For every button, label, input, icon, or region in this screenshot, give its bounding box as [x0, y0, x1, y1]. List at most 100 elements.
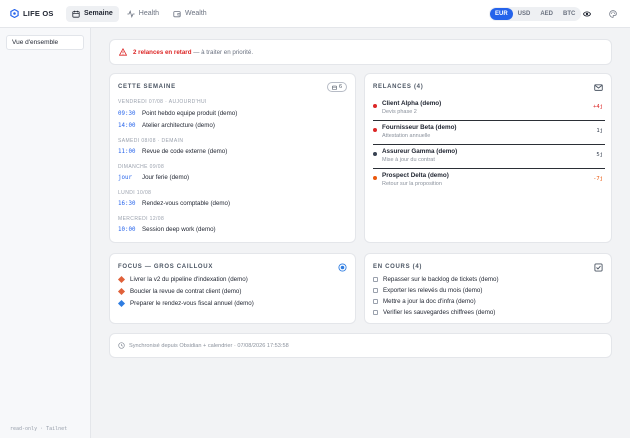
- focus-item[interactable]: Boucler la revue de contrat client (demo…: [117, 287, 241, 296]
- focus-item[interactable]: Preparer le rendez-vous fiscal annuel (d…: [117, 299, 254, 308]
- target-icon[interactable]: [338, 263, 347, 272]
- relance-subject: Devis phase 2: [382, 109, 417, 115]
- palette-icon: [609, 10, 617, 18]
- task-label: Repasser sur le backlog de tickets (demo…: [383, 276, 499, 283]
- event-time: 10:00: [118, 226, 136, 233]
- task-checkbox[interactable]: [373, 288, 378, 293]
- status-dot: [373, 104, 377, 108]
- tab-label: Health: [138, 10, 160, 17]
- relances-title: Relances (4): [373, 84, 424, 90]
- tab-semaine[interactable]: Semaine: [66, 5, 119, 22]
- in-progress-title: En cours (4): [373, 264, 423, 270]
- day-label: Mercredi 12/08: [118, 216, 165, 222]
- relance-subject: Retour sur la proposition: [382, 181, 442, 187]
- sidebar-item-overview[interactable]: Vue d'ensemble: [6, 35, 84, 50]
- event-title: Session deep work (demo): [142, 226, 216, 233]
- alert-message: 2 relances en retard — à traiter en prio…: [133, 49, 253, 56]
- focus-label: Preparer le rendez-vous fiscal annuel (d…: [130, 300, 254, 307]
- alert-highlight[interactable]: 2 relances en retard: [133, 49, 191, 56]
- event-row[interactable]: 11:00 Revue de code externe (demo): [118, 148, 227, 155]
- sync-text: Synchronisé depuis Obsidian + calendrier…: [129, 342, 289, 349]
- event-row[interactable]: 14:00 Atelier architecture (demo): [118, 122, 215, 129]
- main-nav: Semaine Health Wealth: [66, 5, 215, 22]
- checkbox-checked-icon[interactable]: [594, 263, 603, 272]
- event-row[interactable]: 10:00 Session deep work (demo): [118, 226, 216, 233]
- brand[interactable]: LIFE OS: [10, 9, 60, 18]
- top-bar: LIFE OS Semaine Health Wealth EUR USD AE…: [0, 0, 630, 28]
- relance-name: Assureur Gamma (demo): [382, 148, 458, 155]
- sidebar: Vue d'ensemble read-only · Tailnet: [0, 28, 91, 438]
- task-checkbox[interactable]: [373, 310, 378, 315]
- tab-health[interactable]: Health: [121, 6, 165, 22]
- relance-item[interactable]: Assureur Gamma (demo) Mise à jour du con…: [373, 146, 605, 168]
- focus-card: Focus — gros cailloux Livrer la v2 du pi…: [109, 253, 356, 324]
- task-item[interactable]: Verifier les sauvegardes chiffrees (demo…: [373, 309, 495, 316]
- mail-icon[interactable]: [594, 83, 603, 92]
- event-row[interactable]: jour Jour ferie (demo): [118, 174, 189, 181]
- status-dot: [373, 152, 377, 156]
- status-dot: [373, 176, 377, 180]
- task-label: Mettre a jour la doc d'infra (demo): [383, 298, 476, 305]
- event-title: Rendez-vous comptable (demo): [142, 200, 231, 207]
- events-count-badge: 6: [326, 82, 347, 92]
- sidebar-footer: read-only · Tailnet: [10, 426, 68, 432]
- app-name: LIFE OS: [23, 9, 54, 18]
- status-dot: [373, 128, 377, 132]
- event-time: 16:30: [118, 200, 136, 207]
- currency-btc[interactable]: BTC: [558, 8, 580, 20]
- day-label: Dimanche 09/08: [118, 164, 165, 170]
- day-label: Lundi 10/08: [118, 190, 152, 196]
- alert-rest: — à traiter en priorité.: [191, 48, 254, 56]
- alert-banner: 2 relances en retard — à traiter en prio…: [109, 39, 612, 65]
- relance-subject: Attestation annuelle: [382, 133, 431, 139]
- currency-eur[interactable]: EUR: [490, 8, 513, 20]
- event-time: 11:00: [118, 148, 136, 155]
- currency-usd[interactable]: USD: [513, 8, 536, 20]
- tab-label: Wealth: [185, 10, 207, 17]
- task-label: Verifier les sauvegardes chiffrees (demo…: [383, 309, 496, 316]
- relance-item[interactable]: Client Alpha (demo) Devis phase 2 +4j: [373, 98, 605, 120]
- event-title: Revue de code externe (demo): [142, 148, 228, 155]
- task-checkbox[interactable]: [373, 299, 378, 304]
- warning-triangle-icon: [119, 48, 127, 56]
- relance-item[interactable]: Prospect Delta (demo) Retour sur la prop…: [373, 170, 605, 192]
- relance-delay: +4j: [593, 104, 603, 110]
- wallet-icon: [173, 10, 181, 17]
- calendar-icon: [332, 85, 337, 90]
- priority-diamond-icon: [117, 287, 126, 296]
- task-item[interactable]: Exporter les relevés du mois (demo): [373, 287, 482, 294]
- relance-delay: 5j: [596, 152, 603, 158]
- relance-delay: 1j: [596, 128, 603, 134]
- theme-button[interactable]: [606, 7, 620, 21]
- task-label: Exporter les relevés du mois (demo): [383, 287, 483, 294]
- sync-status-bar: Synchronisé depuis Obsidian + calendrier…: [109, 333, 612, 358]
- privacy-toggle-button[interactable]: [580, 7, 594, 21]
- focus-item[interactable]: Livrer la v2 du pipeline d'indexation (d…: [117, 275, 248, 284]
- event-row[interactable]: 09:30 Point hebdo equipe produit (demo): [118, 110, 237, 117]
- relances-card: Relances (4) Client Alpha (demo) Devis p…: [364, 73, 612, 243]
- day-label: Samedi 08/08 · Demain: [118, 138, 184, 144]
- week-title: Cette semaine: [118, 84, 176, 90]
- divider: [373, 144, 605, 145]
- event-title: Point hebdo equipe produit (demo): [142, 110, 238, 117]
- in-progress-card: En cours (4) Repasser sur le backlog de …: [364, 253, 612, 324]
- task-item[interactable]: Mettre a jour la doc d'infra (demo): [373, 298, 476, 305]
- week-card: Cette semaine 6 Vendredi 07/08 · Aujourd…: [109, 73, 356, 243]
- task-checkbox[interactable]: [373, 277, 378, 282]
- relance-name: Prospect Delta (demo): [382, 172, 449, 179]
- currency-aed[interactable]: AED: [535, 8, 558, 20]
- relance-name: Client Alpha (demo): [382, 100, 442, 107]
- relance-item[interactable]: Fournisseur Beta (demo) Attestation annu…: [373, 122, 605, 144]
- tab-wealth[interactable]: Wealth: [167, 6, 213, 22]
- divider: [373, 120, 605, 121]
- currency-switcher: EUR USD AED BTC: [489, 7, 582, 21]
- tab-label: Semaine: [84, 10, 113, 17]
- relance-name: Fournisseur Beta (demo): [382, 124, 457, 131]
- event-title: Atelier architecture (demo): [142, 122, 215, 129]
- eye-icon: [583, 11, 591, 17]
- task-item[interactable]: Repasser sur le backlog de tickets (demo…: [373, 276, 499, 283]
- event-time: 09:30: [118, 110, 136, 117]
- calendar-icon: [72, 10, 80, 18]
- divider: [373, 168, 605, 169]
- event-row[interactable]: 16:30 Rendez-vous comptable (demo): [118, 200, 230, 207]
